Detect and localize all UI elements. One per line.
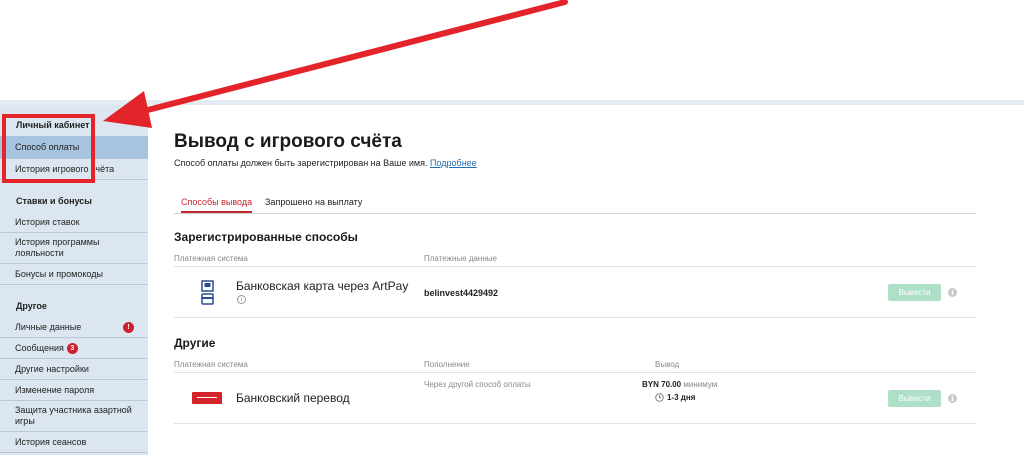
sidebar-item-label: Личные данные [15,322,82,332]
messages-count-badge: 3 [66,342,78,354]
sidebar-group-bets: Ставки и бонусы История ставок История п… [0,180,148,285]
sidebar-group-other: Другое Личные данные ! Сообщения 3 Други… [0,285,148,453]
page-subtitle: Способ оплаты должен быть зарегистрирова… [174,158,477,168]
withdraw-minimum: BYN 70.00 минимум [642,380,717,389]
more-info-link[interactable]: Подробнее [430,158,477,168]
col-header-system: Платежная система [174,360,248,369]
info-icon[interactable]: i [948,394,957,403]
payment-account-data: belinvest4429492 [424,288,499,298]
sidebar-item-label: Защита участника азартной игры [15,405,132,426]
sidebar-item-change-password[interactable]: Изменение пароля [0,380,148,401]
page-title: Вывод с игрового счёта [174,131,402,152]
sidebar-item-bet-history[interactable]: История ставок [0,212,148,233]
payment-method-name: Банковская карта через ArtPay [236,279,409,293]
bank-card-icon [201,280,214,305]
sidebar-item-player-protection[interactable]: Защита участника азартной игры [0,401,148,432]
other-section-title: Другие [174,336,216,350]
sidebar-item-session-history[interactable]: История сеансов [0,432,148,453]
divider [174,423,976,424]
info-icon[interactable]: i [237,295,246,304]
bank-transfer-logo [192,392,222,404]
annotation-highlight-box [2,114,95,183]
sidebar-item-label: Другие настройки [15,364,89,374]
main-content: Вывод с игрового счёта Способ оплаты дол… [148,105,1024,455]
divider [174,266,976,267]
sidebar-item-loyalty-history[interactable]: История программы лояльности [0,233,148,264]
sidebar-item-label: Изменение пароля [15,385,95,395]
payment-method-name: Банковский перевод [236,391,350,405]
sidebar-item-messages[interactable]: Сообщения 3 [0,338,148,359]
sidebar-item-label: История программы лояльности [15,237,100,258]
withdraw-amount: BYN 70.00 [642,380,682,389]
withdraw-amount-note: минимум [683,380,718,389]
col-header-data: Платежные данные [424,254,497,263]
tab-requested-payouts[interactable]: Запрошено на выплату [265,197,362,211]
withdraw-button[interactable]: Вывести [888,284,941,301]
withdraw-button[interactable]: Вывести [888,390,941,407]
sidebar-item-other-settings[interactable]: Другие настройки [0,359,148,380]
sidebar-item-bonuses[interactable]: Бонусы и промокоды [0,264,148,285]
sidebar-heading-other: Другое [16,301,47,311]
info-icon[interactable]: i [948,288,957,297]
col-header-withdraw: Вывод [655,360,680,369]
duration-text: 1-3 дня [667,393,696,402]
alert-badge: ! [123,321,134,333]
tab-withdraw-methods[interactable]: Способы вывода [181,197,253,213]
sidebar-item-label: История ставок [15,217,80,227]
registered-section-title: Зарегистрированные способы [174,230,358,244]
tabs: Способы вывода Запрошено на выплату [174,192,976,214]
sidebar-item-label: Бонусы и промокоды [15,269,103,279]
clock-icon [655,393,664,402]
sidebar-item-label: История сеансов [15,437,87,447]
divider [174,372,976,373]
sidebar-item-label: Сообщения [15,343,64,353]
col-header-system: Платежная система [174,254,248,263]
divider [174,317,976,318]
col-header-deposit: Пополнение [424,360,470,369]
deposit-note: Через другой способ оплаты [424,380,531,389]
sidebar-item-personal-data[interactable]: Личные данные ! [0,317,148,338]
withdraw-duration: 1-3 дня [655,393,695,402]
sidebar-heading-bets: Ставки и бонусы [16,196,92,206]
subtitle-text: Способ оплаты должен быть зарегистрирова… [174,158,428,168]
